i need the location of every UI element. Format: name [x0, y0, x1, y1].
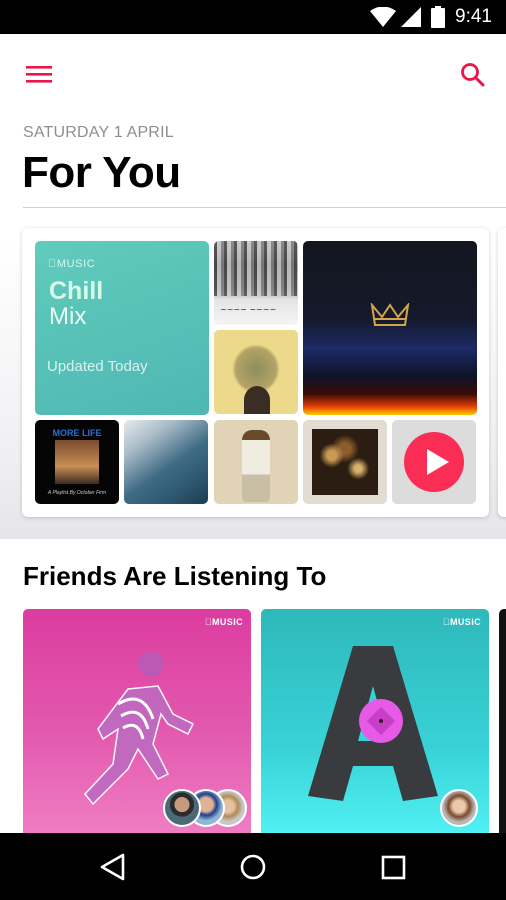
home-icon[interactable] — [233, 851, 273, 883]
abstract-image — [312, 429, 378, 495]
signature: ~~~~ ~~~~ — [220, 305, 277, 314]
apple-music-logo: MUSIC — [205, 617, 243, 627]
next-friend-card[interactable] — [499, 609, 506, 839]
recents-icon[interactable] — [373, 851, 413, 883]
album-art-man-in-hat[interactable] — [214, 420, 298, 504]
app-bar — [0, 34, 506, 114]
crown-icon — [370, 301, 410, 332]
search-icon[interactable] — [458, 60, 488, 90]
battery-icon — [431, 6, 445, 33]
man-figure — [242, 430, 270, 502]
album-art-city-skyline[interactable]: ~~~~ ~~~~ — [214, 241, 298, 325]
back-icon[interactable] — [95, 851, 135, 883]
cell-signal-icon — [401, 7, 421, 32]
apple-music-logo: MUSIC — [48, 258, 95, 270]
album-subtitle: A Playlist By October Firm — [47, 490, 107, 496]
friend-avatar[interactable] — [440, 789, 478, 827]
album-art-plant-portrait[interactable] — [214, 330, 298, 414]
wifi-icon — [370, 6, 396, 32]
page-title: For You — [22, 148, 181, 197]
album-art-more-life[interactable]: MORE LIFE A Playlist By October Firm — [35, 420, 119, 504]
skyline-image — [214, 241, 298, 296]
hamburger-menu-icon[interactable] — [24, 62, 54, 86]
friend-playlist-card[interactable]: MUSIC — [23, 609, 251, 839]
play-button[interactable] — [404, 432, 464, 492]
status-bar: 9:41 — [0, 0, 506, 34]
friend-avatar[interactable] — [163, 789, 201, 827]
album-photo — [55, 440, 99, 484]
portrait-image — [244, 386, 270, 414]
album-art-abstract-lights[interactable] — [303, 420, 387, 504]
mix-updated-status: Updated Today — [47, 358, 148, 375]
mix-name-line1: Chill — [49, 277, 104, 305]
chill-mix-tile[interactable]: MUSIC Chill Mix Updated Today — [35, 241, 209, 415]
date-label: SATURDAY 1 APRIL — [23, 124, 174, 141]
apple-music-logo: MUSIC — [443, 617, 481, 627]
system-nav-bar — [0, 833, 506, 900]
clock: 9:41 — [455, 6, 492, 27]
play-icon — [427, 449, 449, 475]
friend-playlist-card[interactable]: MUSIC — [261, 609, 489, 839]
mix-name-line2: Mix — [49, 303, 87, 330]
album-art-crown[interactable] — [303, 241, 477, 415]
album-title: MORE LIFE — [52, 428, 102, 438]
letter-a-illustration — [308, 646, 438, 801]
play-mix-tile[interactable] — [392, 420, 476, 504]
album-art-blue-figure[interactable] — [124, 420, 208, 504]
section-title-friends: Friends Are Listening To — [23, 561, 327, 591]
next-mix-card[interactable] — [498, 228, 506, 517]
